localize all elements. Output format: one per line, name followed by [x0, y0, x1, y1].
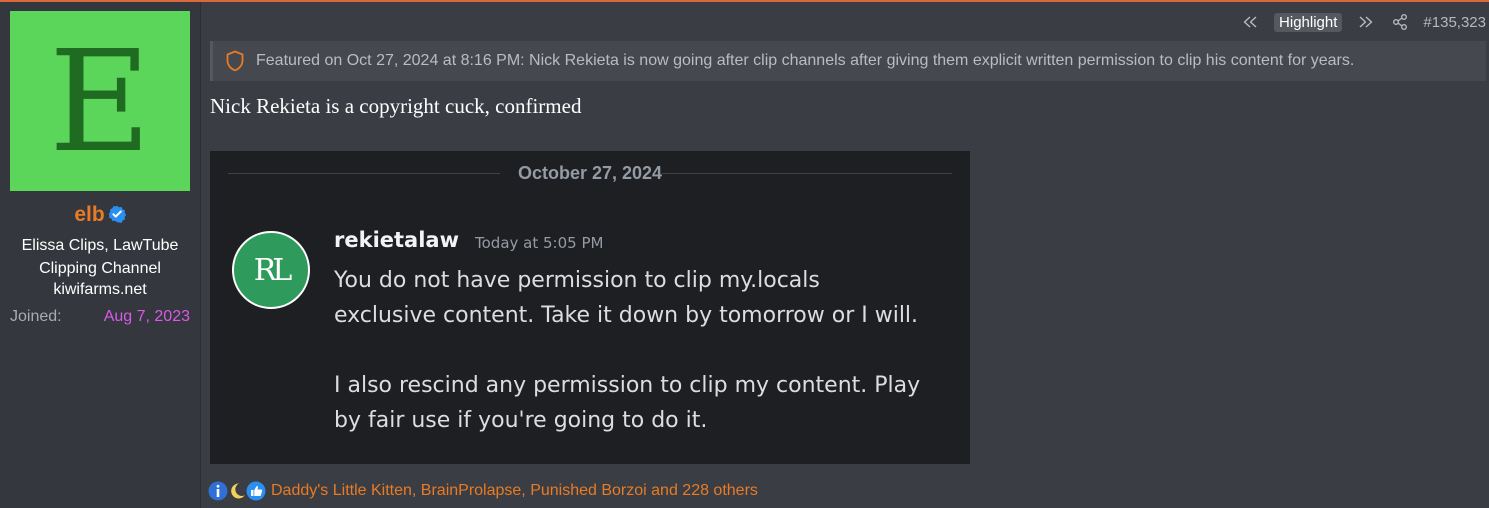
- message-author-avatar: RL: [232, 231, 310, 309]
- avatar-monogram: RL: [253, 252, 292, 288]
- user-site: kiwifarms.net: [53, 281, 147, 298]
- share-icon[interactable]: [1391, 13, 1409, 31]
- message-timestamp: Today at 5:05 PM: [475, 234, 604, 252]
- reactions-bar[interactable]: Daddy's Little Kitten, BrainProlapse, Pu…: [208, 480, 758, 502]
- post-body-text: Nick Rekieta is a copyright cuck, confir…: [210, 94, 582, 118]
- post-actions: Highlight #135,323: [1233, 10, 1486, 34]
- message-content: You do not have permission to clip my.lo…: [334, 268, 921, 433]
- embedded-screenshot[interactable]: October 27, 2024 RL rekietalaw Today at …: [210, 151, 970, 464]
- previous-highlight-icon[interactable]: [1241, 13, 1259, 31]
- user-panel: E elb Elissa Clips, LawTube Clipping Cha…: [0, 2, 201, 508]
- message-author-name: rekietalaw: [334, 228, 459, 252]
- date-separator-label: October 27, 2024: [517, 163, 663, 183]
- moon-icon: [231, 483, 245, 499]
- next-highlight-icon[interactable]: [1357, 13, 1375, 31]
- thumbs-up-icon: [246, 481, 266, 501]
- shield-icon: [226, 50, 244, 72]
- separator-line-left: [228, 173, 500, 174]
- featured-text: Featured on Oct 27, 2024 at 8:16 PM: Nic…: [256, 52, 1355, 69]
- reactions-list-link[interactable]: Daddy's Little Kitten, BrainProlapse, Pu…: [271, 482, 758, 500]
- username[interactable]: elb: [0, 203, 200, 227]
- username-text[interactable]: elb: [74, 203, 104, 226]
- joined-label: Joined:: [10, 308, 62, 325]
- separator-line-right: [662, 173, 952, 174]
- verified-badge-icon: [108, 205, 126, 223]
- avatar-letter: E: [48, 21, 152, 184]
- user-title: Elissa Clips, LawTube Clipping Channel: [21, 237, 179, 277]
- joined-date: Aug 7, 2023: [103, 308, 190, 325]
- top-accent-rule: [0, 0, 1489, 2]
- avatar[interactable]: E: [10, 11, 190, 191]
- featured-banner: Featured on Oct 27, 2024 at 8:16 PM: Nic…: [210, 41, 1486, 81]
- info-icon: [208, 481, 228, 501]
- post-number-link[interactable]: #135,323: [1423, 14, 1486, 31]
- highlight-button[interactable]: Highlight: [1274, 12, 1343, 32]
